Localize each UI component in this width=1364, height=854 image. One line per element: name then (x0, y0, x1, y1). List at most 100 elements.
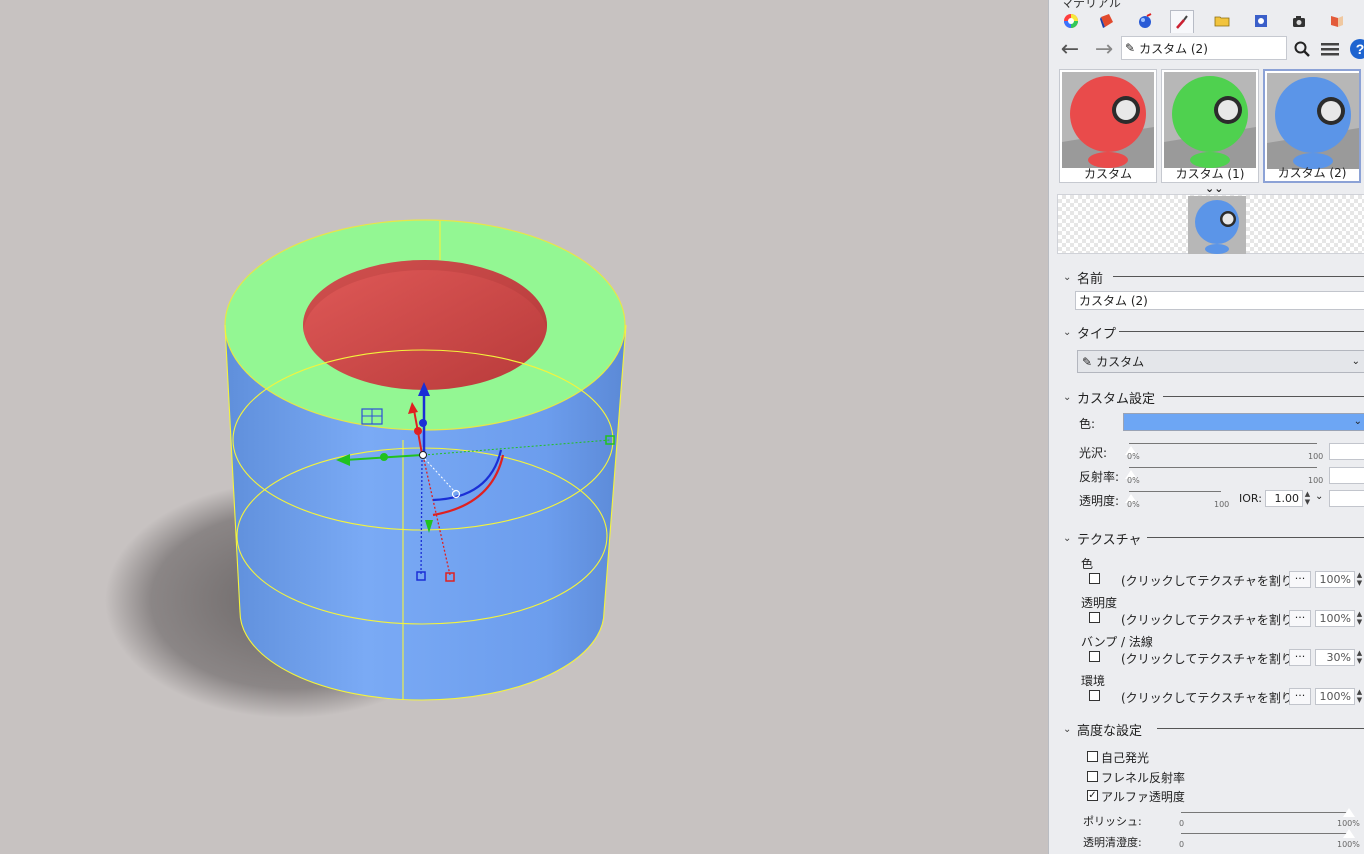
section-title: カスタム設定 (1077, 392, 1156, 407)
texture-checkbox[interactable] (1089, 651, 1100, 662)
section-texture-header[interactable]: ⌄ テクスチャ (1063, 529, 1141, 548)
texture-percent-spinner[interactable]: ▲ ▼ (1355, 571, 1364, 588)
alpha-transparency-checkbox[interactable]: ✓ (1087, 790, 1098, 801)
texture-assign-link[interactable]: (クリックしてテクスチャを割り... (1121, 611, 1304, 628)
self-illumination-checkbox[interactable] (1087, 751, 1098, 762)
chevron-down-icon: ⌄ (1063, 327, 1072, 338)
texture-percent-spinner[interactable]: ▲ ▼ (1355, 688, 1364, 705)
paint-bucket-icon[interactable] (1096, 10, 1118, 32)
option-label: 自己発光 (1101, 751, 1150, 765)
material-name-field[interactable]: カスタム (2) (1075, 291, 1364, 310)
color-wheel-icon[interactable] (1060, 10, 1082, 32)
gloss-slider[interactable] (1129, 443, 1317, 444)
texture-percent-field[interactable]: 100% (1315, 688, 1355, 705)
option-label: フレネル反射率 (1101, 771, 1186, 785)
section-advanced-header[interactable]: ⌄ 高度な設定 (1063, 720, 1142, 739)
section-title: タイプ (1077, 327, 1117, 342)
polish-slider[interactable] (1181, 812, 1349, 813)
chevron-down-icon: ⌄ (1063, 392, 1072, 403)
fresnel-checkbox[interactable] (1087, 771, 1098, 782)
material-thumbnail-label: カスタム (2) (1277, 166, 1347, 180)
texture-percent-spinner[interactable]: ▲ ▼ (1355, 610, 1364, 627)
material-type-dropdown[interactable]: ✎ カスタム ⌄ (1077, 350, 1364, 373)
tick-min: 0% (1127, 476, 1140, 485)
eyedropper-icon[interactable] (1170, 10, 1194, 33)
texture-row-label: 色 (1081, 557, 1094, 571)
dropdown-value: カスタム (1096, 355, 1145, 369)
material-thumbnail-custom-1[interactable]: カスタム (1) (1161, 69, 1259, 183)
svg-text:?: ? (1356, 41, 1364, 57)
help-icon[interactable]: ? (1347, 36, 1364, 62)
large-preview-image (1188, 196, 1246, 254)
section-title: 高度な設定 (1077, 724, 1143, 739)
polish-label: ポリッシュ: (1083, 815, 1142, 828)
chevron-down-icon: ⌄ (1063, 272, 1072, 283)
viewport-canvas[interactable] (0, 0, 1048, 854)
tick-min: 0 (1179, 840, 1185, 849)
ior-label: IOR: (1239, 492, 1262, 505)
chevron-down-icon: ⌄ (1353, 416, 1362, 427)
section-type-header[interactable]: ⌄ タイプ (1063, 323, 1116, 342)
clarity-slider[interactable] (1181, 833, 1349, 834)
texture-row-label: バンプ / 法線 (1081, 635, 1153, 649)
color-label: 色: (1079, 417, 1096, 431)
menu-icon[interactable] (1317, 36, 1343, 62)
custom-material-icon: ✎ (1125, 41, 1136, 55)
reflectance-slider[interactable] (1129, 467, 1317, 468)
texture-percent-field[interactable]: 100% (1315, 571, 1355, 588)
section-title: 名前 (1077, 272, 1104, 287)
clarity-slider-thumb[interactable] (1343, 829, 1355, 838)
3d-viewport[interactable] (0, 0, 1048, 854)
ior-value-field[interactable]: 1.00 (1265, 490, 1303, 507)
material-thumbnail-custom-2[interactable]: カスタム (2) (1263, 69, 1361, 183)
texture-browse-button[interactable]: ··· (1289, 610, 1311, 627)
camera-icon[interactable] (1288, 10, 1310, 32)
tick-min: 0 (1179, 819, 1185, 828)
reflectance-value-box[interactable] (1329, 467, 1364, 484)
chevron-down-icon[interactable]: ⌄ (1315, 491, 1323, 502)
chevron-down-icon: ⌄ (1351, 356, 1360, 367)
tick-max: 100 (1308, 452, 1324, 461)
texture-browse-button[interactable]: ··· (1289, 571, 1311, 588)
color-swatch[interactable]: ⌄ (1123, 413, 1364, 431)
material-search-field[interactable]: ✎ カスタム (2) (1121, 36, 1287, 60)
texture-assign-link[interactable]: (クリックしてテクスチャを割り... (1121, 689, 1304, 706)
sphere-icon[interactable] (1134, 10, 1156, 32)
texture-checkbox[interactable] (1089, 612, 1100, 623)
folder-icon[interactable] (1211, 10, 1233, 32)
reflectance-label: 反射率: (1079, 470, 1120, 484)
material-book-icon[interactable] (1326, 10, 1348, 32)
divider (1157, 728, 1364, 729)
chevron-down-icon: ⌄ (1063, 533, 1072, 544)
texture-checkbox[interactable] (1089, 573, 1100, 584)
transparency-slider[interactable] (1129, 491, 1221, 492)
material-thumbnail-label: カスタム (1083, 167, 1132, 181)
material-thumbnail-custom[interactable]: カスタム (1059, 69, 1157, 183)
transparency-value-box[interactable] (1329, 490, 1364, 507)
texture-percent-field[interactable]: 30% (1315, 649, 1355, 666)
search-field-text: カスタム (2) (1139, 41, 1208, 56)
texture-browse-button[interactable]: ··· (1289, 688, 1311, 705)
material-preview-image (1164, 72, 1256, 168)
texture-assign-link[interactable]: (クリックしてテクスチャを割り... (1121, 650, 1304, 667)
forward-arrow-icon[interactable]: → (1091, 36, 1117, 62)
gloss-value-box[interactable] (1329, 443, 1364, 460)
texture-percent-field[interactable]: 100% (1315, 610, 1355, 627)
back-arrow-icon[interactable]: ← (1057, 36, 1083, 62)
texture-checkbox[interactable] (1089, 690, 1100, 701)
section-title: テクスチャ (1077, 533, 1142, 548)
search-icon[interactable] (1289, 36, 1315, 62)
section-name-header[interactable]: ⌄ 名前 (1063, 268, 1103, 287)
texture-browse-button[interactable]: ··· (1289, 649, 1311, 666)
section-custom-header[interactable]: ⌄ カスタム設定 (1063, 388, 1155, 407)
polish-slider-thumb[interactable] (1343, 808, 1355, 817)
ior-spinner[interactable]: ▲ ▼ (1303, 490, 1312, 507)
tick-max: 100% (1337, 819, 1360, 828)
texture-assign-link[interactable]: (クリックしてテクスチャを割り... (1121, 572, 1304, 589)
texture-percent-spinner[interactable]: ▲ ▼ (1355, 649, 1364, 666)
divider (1147, 537, 1364, 538)
material-panel: マテリアル ← → ✎ カスタム (2) ? カスタム カスタム (1) カスタ… (1048, 0, 1364, 854)
tick-max: 100 (1214, 500, 1230, 509)
divider (1119, 331, 1364, 332)
image-icon[interactable] (1250, 10, 1272, 32)
